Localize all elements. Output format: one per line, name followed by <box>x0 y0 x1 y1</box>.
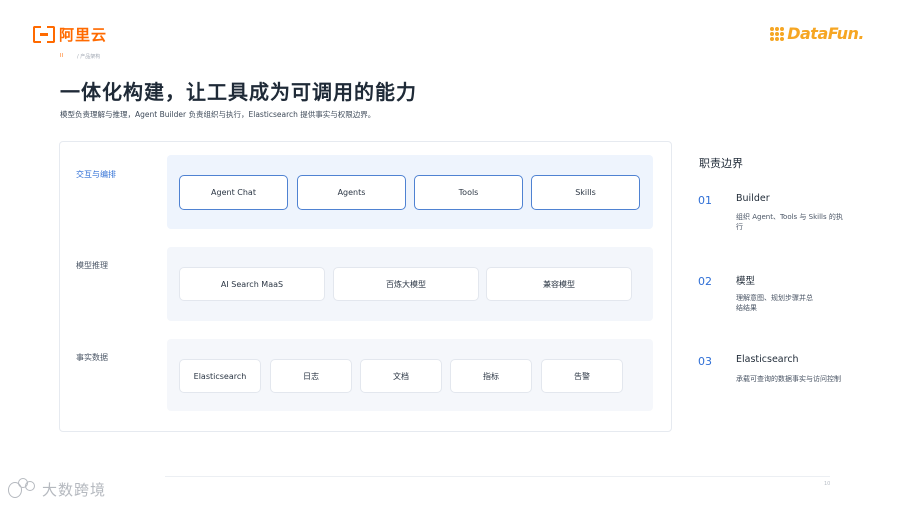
breadcrumb-num: II <box>60 53 63 59</box>
datafun-logo-text: DataFun. <box>787 24 864 43</box>
chip-ai-search-maas[interactable]: AI Search MaaS <box>179 267 325 301</box>
watermark: 大数跨境 <box>8 478 106 500</box>
chip-documents[interactable]: 文档 <box>360 359 442 393</box>
side-item-num: 01 <box>698 194 712 207</box>
chip-compatible-model[interactable]: 兼容模型 <box>486 267 632 301</box>
watermark-logo-icon <box>8 478 36 500</box>
layer-label-interaction: 交互与编排 <box>76 170 116 179</box>
chip-tools[interactable]: Tools <box>414 175 523 210</box>
datafun-dots-icon <box>770 26 785 41</box>
breadcrumb: II / 产品架构 <box>60 53 100 60</box>
page-subtitle: 模型负责理解与推理，Agent Builder 负责组织与执行，Elastics… <box>60 110 376 119</box>
side-item-num: 03 <box>698 355 712 368</box>
side-title: 职责边界 <box>699 157 743 170</box>
aliyun-logo-text: 阿里云 <box>59 26 108 44</box>
side-item-head: 模型 <box>736 276 756 287</box>
side-item-num: 02 <box>698 275 712 288</box>
chip-bailian-model[interactable]: 百炼大模型 <box>333 267 479 301</box>
watermark-text: 大数跨境 <box>42 480 107 499</box>
side-item-desc: 承载可查询的数据事实与访问控制 <box>736 375 841 383</box>
chip-metrics[interactable]: 指标 <box>450 359 532 393</box>
layer-label-data: 事实数据 <box>76 353 108 362</box>
breadcrumb-label: / 产品架构 <box>76 54 101 60</box>
aliyun-logo: 阿里云 <box>33 24 107 45</box>
aliyun-bracket-icon <box>33 26 55 43</box>
chip-elasticsearch[interactable]: Elasticsearch <box>179 359 261 393</box>
chip-agent-chat[interactable]: Agent Chat <box>179 175 288 210</box>
chip-logs[interactable]: 日志 <box>270 359 352 393</box>
chip-alerts[interactable]: 告警 <box>541 359 623 393</box>
side-item-head: Builder <box>736 193 770 204</box>
side-item-desc: 理解意图、规划步骤并总结结果 <box>736 294 813 312</box>
page-number: 10 <box>824 481 831 487</box>
side-item-desc: 组织 Agent、Tools 与 Skills 的执行 <box>736 213 843 231</box>
layer-label-model: 模型推理 <box>76 261 108 270</box>
chip-agents[interactable]: Agents <box>297 175 406 210</box>
chip-skills[interactable]: Skills <box>531 175 640 210</box>
datafun-logo: DataFun. <box>770 24 864 43</box>
side-item-head: Elasticsearch <box>736 354 799 365</box>
footer-divider <box>165 476 830 477</box>
page-title: 一体化构建，让工具成为可调用的能力 <box>60 80 417 104</box>
